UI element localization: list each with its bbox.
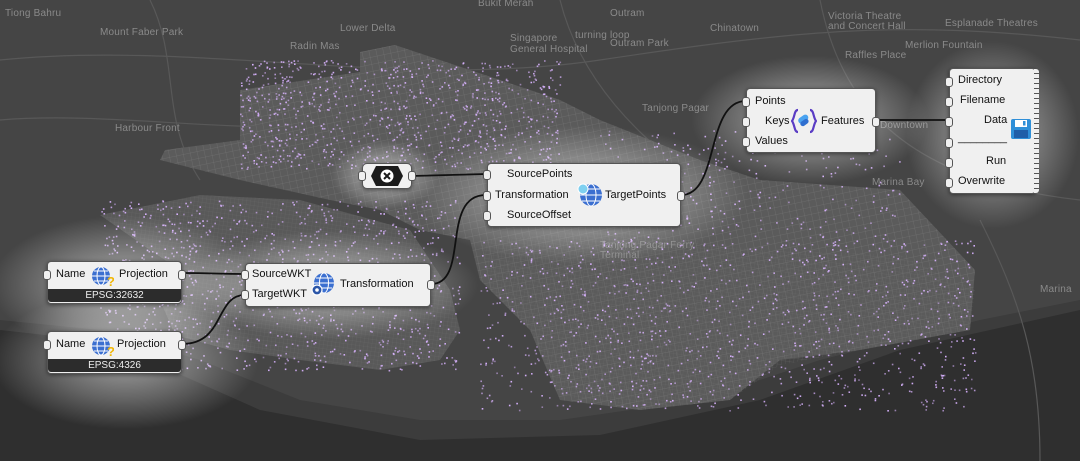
null-input-port[interactable] bbox=[358, 171, 366, 181]
features-output-label: Features bbox=[821, 115, 865, 127]
targetpoints-output-port[interactable] bbox=[677, 191, 685, 201]
export-node[interactable]: Directory Filename Data ________ Run Ove… bbox=[945, 68, 1039, 194]
projection-value-label: EPSG:32632 bbox=[48, 289, 181, 302]
wire-transformation-to-points bbox=[430, 194, 487, 285]
null-output-port[interactable] bbox=[408, 171, 416, 181]
points-input-port[interactable] bbox=[742, 97, 750, 107]
directory-input-port[interactable] bbox=[945, 77, 953, 87]
data-input-port[interactable] bbox=[945, 117, 953, 127]
separator-input-label: ________ bbox=[958, 132, 1007, 144]
transformation-output-label: Transformation bbox=[340, 278, 414, 290]
projection-output-port[interactable] bbox=[178, 270, 186, 280]
targetpoints-output-label: TargetPoints bbox=[605, 189, 667, 201]
globe-question-icon: ? bbox=[92, 336, 114, 358]
overwrite-input-port[interactable] bbox=[945, 178, 953, 188]
braces-link-icon bbox=[791, 108, 817, 134]
transformation-node[interactable]: SourceWKT TargetWKT Transformation bbox=[241, 263, 435, 307]
sourceoffset-input-port[interactable] bbox=[483, 211, 491, 221]
close-icon[interactable] bbox=[370, 165, 404, 187]
transformation-input-port[interactable] bbox=[483, 191, 491, 201]
svg-text:?: ? bbox=[107, 344, 114, 358]
points-input-label: Points bbox=[755, 95, 786, 107]
features-node[interactable]: Points Keys Values Features bbox=[742, 88, 880, 153]
wire-targetpoints-to-points bbox=[680, 100, 747, 196]
values-input-port[interactable] bbox=[742, 137, 750, 147]
overwrite-input-label: Overwrite bbox=[958, 175, 1006, 187]
filename-input-label: Filename bbox=[960, 94, 1006, 106]
data-input-label: Data bbox=[984, 114, 1008, 126]
sourcepoints-input-port[interactable] bbox=[483, 170, 491, 180]
projection-name-input-label: Name bbox=[56, 338, 86, 350]
transform-points-node[interactable]: SourcePoints Transformation SourceOffset… bbox=[483, 163, 685, 227]
run-input-port[interactable] bbox=[945, 158, 953, 168]
projection-node-2[interactable]: Name ? Projection EPSG:4326 bbox=[43, 331, 186, 374]
projection-value-label: EPSG:4326 bbox=[48, 359, 181, 372]
projection-node-1[interactable]: Name ? Projection EPSG:32632 bbox=[43, 261, 186, 304]
targetwkt-input-label: TargetWKT bbox=[252, 288, 308, 300]
null-node[interactable] bbox=[358, 163, 416, 189]
save-icon bbox=[1011, 119, 1031, 139]
globe-gear-icon bbox=[311, 272, 334, 296]
values-input-label: Values bbox=[755, 135, 788, 147]
keys-input-port[interactable] bbox=[742, 117, 750, 127]
projection-output-label: Projection bbox=[119, 268, 168, 280]
projection-name-input-port[interactable] bbox=[43, 340, 51, 350]
svg-text:?: ? bbox=[107, 274, 114, 288]
globe-transform-icon bbox=[577, 183, 602, 207]
transformation-output-port[interactable] bbox=[427, 280, 435, 290]
wire-projection1-to-sourcewkt bbox=[181, 272, 246, 275]
targetwkt-input-port[interactable] bbox=[241, 290, 249, 300]
projection-name-input-label: Name bbox=[56, 268, 86, 280]
keys-input-label: Keys bbox=[765, 115, 790, 127]
sourcewkt-input-port[interactable] bbox=[241, 270, 249, 280]
features-output-port[interactable] bbox=[872, 117, 880, 127]
projection-output-port[interactable] bbox=[178, 340, 186, 350]
sourcepoints-input-label: SourcePoints bbox=[507, 168, 573, 180]
projection-name-input-port[interactable] bbox=[43, 270, 51, 280]
directory-input-label: Directory bbox=[958, 74, 1003, 86]
transformation-input-label: Transformation bbox=[495, 189, 569, 201]
export-node-output-edge bbox=[1034, 69, 1039, 193]
sourcewkt-input-label: SourceWKT bbox=[252, 268, 312, 280]
filename-input-port[interactable] bbox=[945, 97, 953, 107]
wire-cancel-to-sourcepoints bbox=[411, 173, 487, 177]
wire-projection2-to-targetwkt bbox=[181, 294, 246, 345]
projection-output-label: Projection bbox=[117, 338, 166, 350]
wires bbox=[181, 100, 948, 345]
run-input-label: Run bbox=[986, 155, 1007, 167]
globe-question-icon: ? bbox=[92, 266, 114, 288]
separator-input-port[interactable] bbox=[945, 138, 953, 148]
sourceoffset-input-label: SourceOffset bbox=[507, 209, 571, 221]
